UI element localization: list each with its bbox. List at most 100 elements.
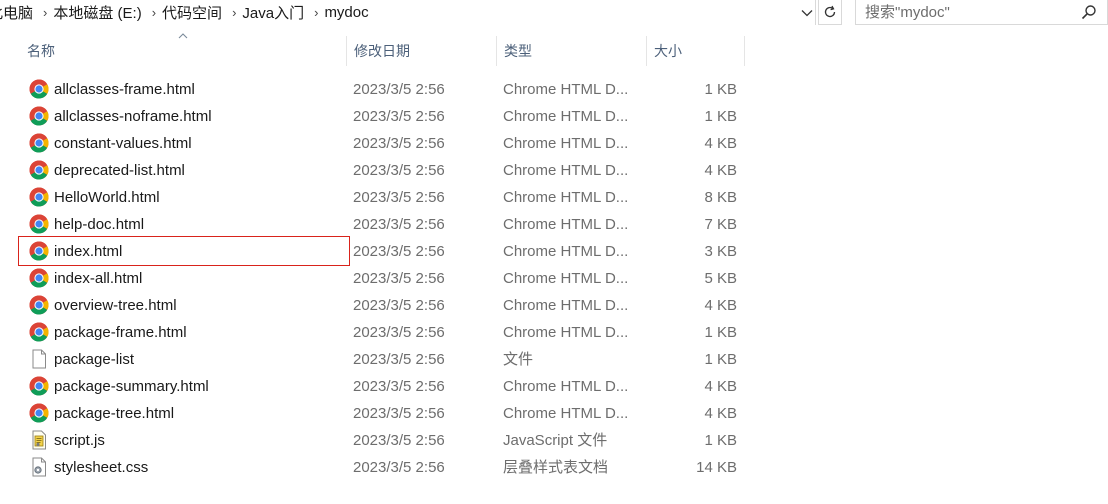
chrome-icon — [29, 160, 49, 180]
file-row[interactable]: overview-tree.html 2023/3/5 2:56 Chrome HT… — [20, 292, 745, 319]
column-header-name[interactable]: 名称 — [20, 36, 347, 66]
breadcrumb-code-space[interactable]: 代码空间 — [162, 2, 226, 23]
column-header-size[interactable]: 大小 — [647, 36, 745, 66]
file-date-modified: 2023/3/5 2:56 — [353, 81, 445, 98]
chrome-icon — [29, 322, 49, 342]
search-icon[interactable] — [1081, 4, 1097, 20]
file-row[interactable]: index.html 2023/3/5 2:56 Chrome HTML D... 3… — [18, 236, 745, 266]
file-row[interactable]: package-frame.html 2023/3/5 2:56 Chrome HT… — [20, 319, 745, 346]
file-type: Chrome HTML D... — [503, 405, 629, 422]
file-size: 1 KB — [704, 108, 737, 125]
file-type: Chrome HTML D... — [503, 270, 629, 287]
file-name[interactable]: stylesheet.css — [54, 454, 148, 481]
breadcrumb-mydoc[interactable]: mydoc — [324, 4, 372, 21]
file-row[interactable]: deprecated-list.html 2023/3/5 2:56 Chrome … — [20, 157, 745, 184]
file-type: Chrome HTML D... — [503, 378, 629, 395]
breadcrumb-separator-icon[interactable]: › — [308, 5, 324, 20]
chrome-icon — [29, 79, 49, 99]
file-type: Chrome HTML D... — [503, 81, 629, 98]
file-type: Chrome HTML D... — [503, 135, 629, 152]
file-name[interactable]: constant-values.html — [54, 130, 192, 157]
search-input[interactable] — [856, 1, 1071, 23]
file-date-modified: 2023/3/5 2:56 — [353, 162, 445, 179]
file-size: 3 KB — [704, 243, 737, 260]
file-type: Chrome HTML D... — [503, 162, 629, 179]
breadcrumb-separator-icon[interactable]: › — [226, 5, 242, 20]
chrome-icon — [29, 187, 49, 207]
refresh-button[interactable] — [818, 0, 842, 25]
css-file-icon — [29, 457, 49, 477]
file-name[interactable]: script.js — [54, 427, 105, 454]
file-date-modified: 2023/3/5 2:56 — [353, 297, 445, 314]
file-date-modified: 2023/3/5 2:56 — [353, 459, 445, 476]
file-row[interactable]: index-all.html 2023/3/5 2:56 Chrome HTML D… — [20, 265, 745, 292]
file-name[interactable]: allclasses-noframe.html — [54, 103, 212, 130]
file-row[interactable]: HelloWorld.html 2023/3/5 2:56 Chrome HTML … — [20, 184, 745, 211]
file-date-modified: 2023/3/5 2:56 — [353, 324, 445, 341]
file-row[interactable]: constant-values.html 2023/3/5 2:56 Chrome … — [20, 130, 745, 157]
file-name[interactable]: overview-tree.html — [54, 292, 177, 319]
file-name[interactable]: help-doc.html — [54, 211, 144, 238]
file-name[interactable]: package-list — [54, 346, 134, 373]
file-type: 层叠样式表文档 — [503, 459, 609, 476]
breadcrumb-separator-icon[interactable]: › — [37, 5, 53, 20]
file-row[interactable]: help-doc.html 2023/3/5 2:56 Chrome HTML D.… — [20, 211, 745, 238]
column-header-type[interactable]: 类型 — [497, 36, 647, 66]
file-row[interactable]: stylesheet.css 2023/3/5 2:56 层叠样式表文档 14 KB — [20, 454, 745, 481]
breadcrumb-java-intro[interactable]: Java入门 — [242, 2, 308, 23]
file-date-modified: 2023/3/5 2:56 — [353, 108, 445, 125]
file-date-modified: 2023/3/5 2:56 — [353, 216, 445, 233]
file-date-modified: 2023/3/5 2:56 — [353, 405, 445, 422]
breadcrumb-this-pc[interactable]: 此电脑 — [0, 2, 37, 23]
column-header-date-modified[interactable]: 修改日期 — [347, 36, 497, 66]
file-date-modified: 2023/3/5 2:56 — [353, 378, 445, 395]
file-type: Chrome HTML D... — [503, 324, 629, 341]
file-type: Chrome HTML D... — [503, 297, 629, 314]
file-size: 14 KB — [696, 459, 737, 476]
file-name[interactable]: allclasses-frame.html — [54, 76, 195, 103]
refresh-icon — [824, 5, 836, 18]
file-size: 7 KB — [704, 216, 737, 233]
file-date-modified: 2023/3/5 2:56 — [353, 135, 445, 152]
file-name[interactable]: package-summary.html — [54, 373, 209, 400]
breadcrumb-separator-icon[interactable]: › — [146, 5, 162, 20]
chevron-down-icon — [801, 9, 812, 16]
file-name[interactable]: deprecated-list.html — [54, 157, 185, 184]
search-box[interactable] — [855, 0, 1108, 25]
file-row[interactable]: script.js 2023/3/5 2:56 JavaScript 文件 1 KB — [20, 427, 745, 454]
file-size: 1 KB — [704, 351, 737, 368]
file-date-modified: 2023/3/5 2:56 — [353, 351, 445, 368]
breadcrumb-drive-e[interactable]: 本地磁盘 (E:) — [53, 2, 145, 23]
chrome-icon — [29, 241, 49, 261]
file-size: 5 KB — [704, 270, 737, 287]
chrome-icon — [29, 403, 49, 423]
file-size: 4 KB — [704, 297, 737, 314]
chrome-icon — [29, 376, 49, 396]
file-row[interactable]: package-summary.html 2023/3/5 2:56 Chrome … — [20, 373, 745, 400]
address-history-dropdown[interactable] — [797, 0, 816, 25]
chrome-icon — [29, 133, 49, 153]
file-row[interactable]: package-list 2023/3/5 2:56 文件 1 KB — [20, 346, 745, 373]
file-type: Chrome HTML D... — [503, 216, 629, 233]
file-name[interactable]: index.html — [54, 238, 122, 265]
file-name[interactable]: package-tree.html — [54, 400, 174, 427]
address-bar[interactable]: 此电脑 › 本地磁盘 (E:) › 代码空间 › Java入门 › mydoc — [0, 0, 816, 25]
file-type: JavaScript 文件 — [503, 432, 608, 449]
file-date-modified: 2023/3/5 2:56 — [353, 270, 445, 287]
file-date-modified: 2023/3/5 2:56 — [353, 432, 445, 449]
file-date-modified: 2023/3/5 2:56 — [353, 189, 445, 206]
file-date-modified: 2023/3/5 2:56 — [353, 243, 445, 260]
file-name[interactable]: index-all.html — [54, 265, 142, 292]
file-row[interactable]: allclasses-frame.html 2023/3/5 2:56 Chrome… — [20, 76, 745, 103]
file-row[interactable]: allclasses-noframe.html 2023/3/5 2:56 Chro… — [20, 103, 745, 130]
file-type: Chrome HTML D... — [503, 189, 629, 206]
file-size: 4 KB — [704, 378, 737, 395]
file-row[interactable]: package-tree.html 2023/3/5 2:56 Chrome HTM… — [20, 400, 745, 427]
address-bar-row: 此电脑 › 本地磁盘 (E:) › 代码空间 › Java入门 › mydoc — [0, 0, 1108, 25]
file-type: Chrome HTML D... — [503, 108, 629, 125]
file-name[interactable]: HelloWorld.html — [54, 184, 160, 211]
file-size: 1 KB — [704, 432, 737, 449]
column-header-row: 名称 修改日期 类型 大小 — [0, 33, 760, 66]
chrome-icon — [29, 268, 49, 288]
file-name[interactable]: package-frame.html — [54, 319, 187, 346]
